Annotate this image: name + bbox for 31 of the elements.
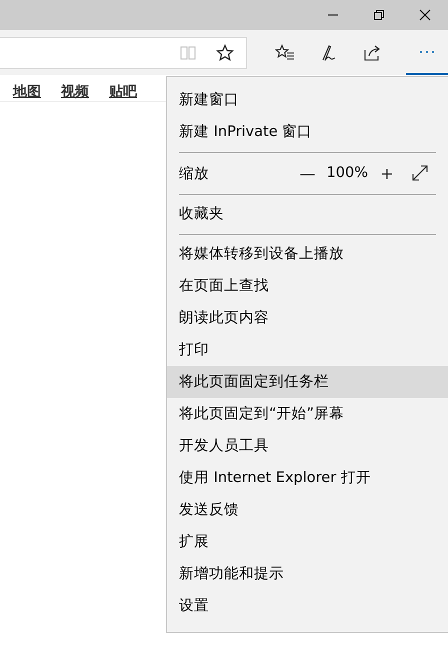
nav-link[interactable]: 视频 xyxy=(61,83,89,101)
menu-item[interactable]: 新建 InPrivate 窗口 xyxy=(167,116,448,148)
menu-item[interactable]: 开发人员工具 xyxy=(167,430,448,462)
menu-item[interactable]: 在页面上查找 xyxy=(167,270,448,302)
star-icon[interactable] xyxy=(216,44,234,62)
zoom-in-button[interactable]: + xyxy=(376,164,398,182)
menu-item[interactable]: 发送反馈 xyxy=(167,494,448,526)
menu-item[interactable]: 使用 Internet Explorer 打开 xyxy=(167,462,448,494)
zoom-label: 缩放 xyxy=(179,164,210,182)
menu-item[interactable]: 设置 xyxy=(167,590,448,622)
nav-link[interactable]: 贴吧 xyxy=(109,83,137,101)
restore-icon[interactable] xyxy=(373,9,385,21)
pen-icon[interactable] xyxy=(320,44,338,62)
favorites-list-icon[interactable] xyxy=(275,44,295,62)
address-field[interactable] xyxy=(0,36,247,68)
menu-item[interactable]: 将媒体转移到设备上播放 xyxy=(167,238,448,270)
fullscreen-icon[interactable] xyxy=(412,165,428,181)
nav-link[interactable]: 地图 xyxy=(13,83,41,101)
menu-item[interactable]: 将此页面固定到任务栏 xyxy=(167,366,448,398)
share-icon[interactable] xyxy=(363,44,381,62)
close-icon[interactable] xyxy=(419,9,431,21)
more-icon xyxy=(419,50,435,54)
zoom-value: 100% xyxy=(326,165,368,181)
zoom-out-button[interactable]: — xyxy=(296,164,319,182)
menu-item[interactable]: 朗读此页内容 xyxy=(167,302,448,334)
menu-item[interactable]: 扩展 xyxy=(167,526,448,558)
menu-item[interactable]: 打印 xyxy=(167,334,448,366)
menu-item[interactable]: 将此页固定到“开始”屏幕 xyxy=(167,398,448,430)
menu-item[interactable]: 新增功能和提示 xyxy=(167,558,448,590)
menu-item[interactable]: 新建窗口 xyxy=(167,84,448,116)
menu-item[interactable]: 收藏夹 xyxy=(167,198,448,230)
